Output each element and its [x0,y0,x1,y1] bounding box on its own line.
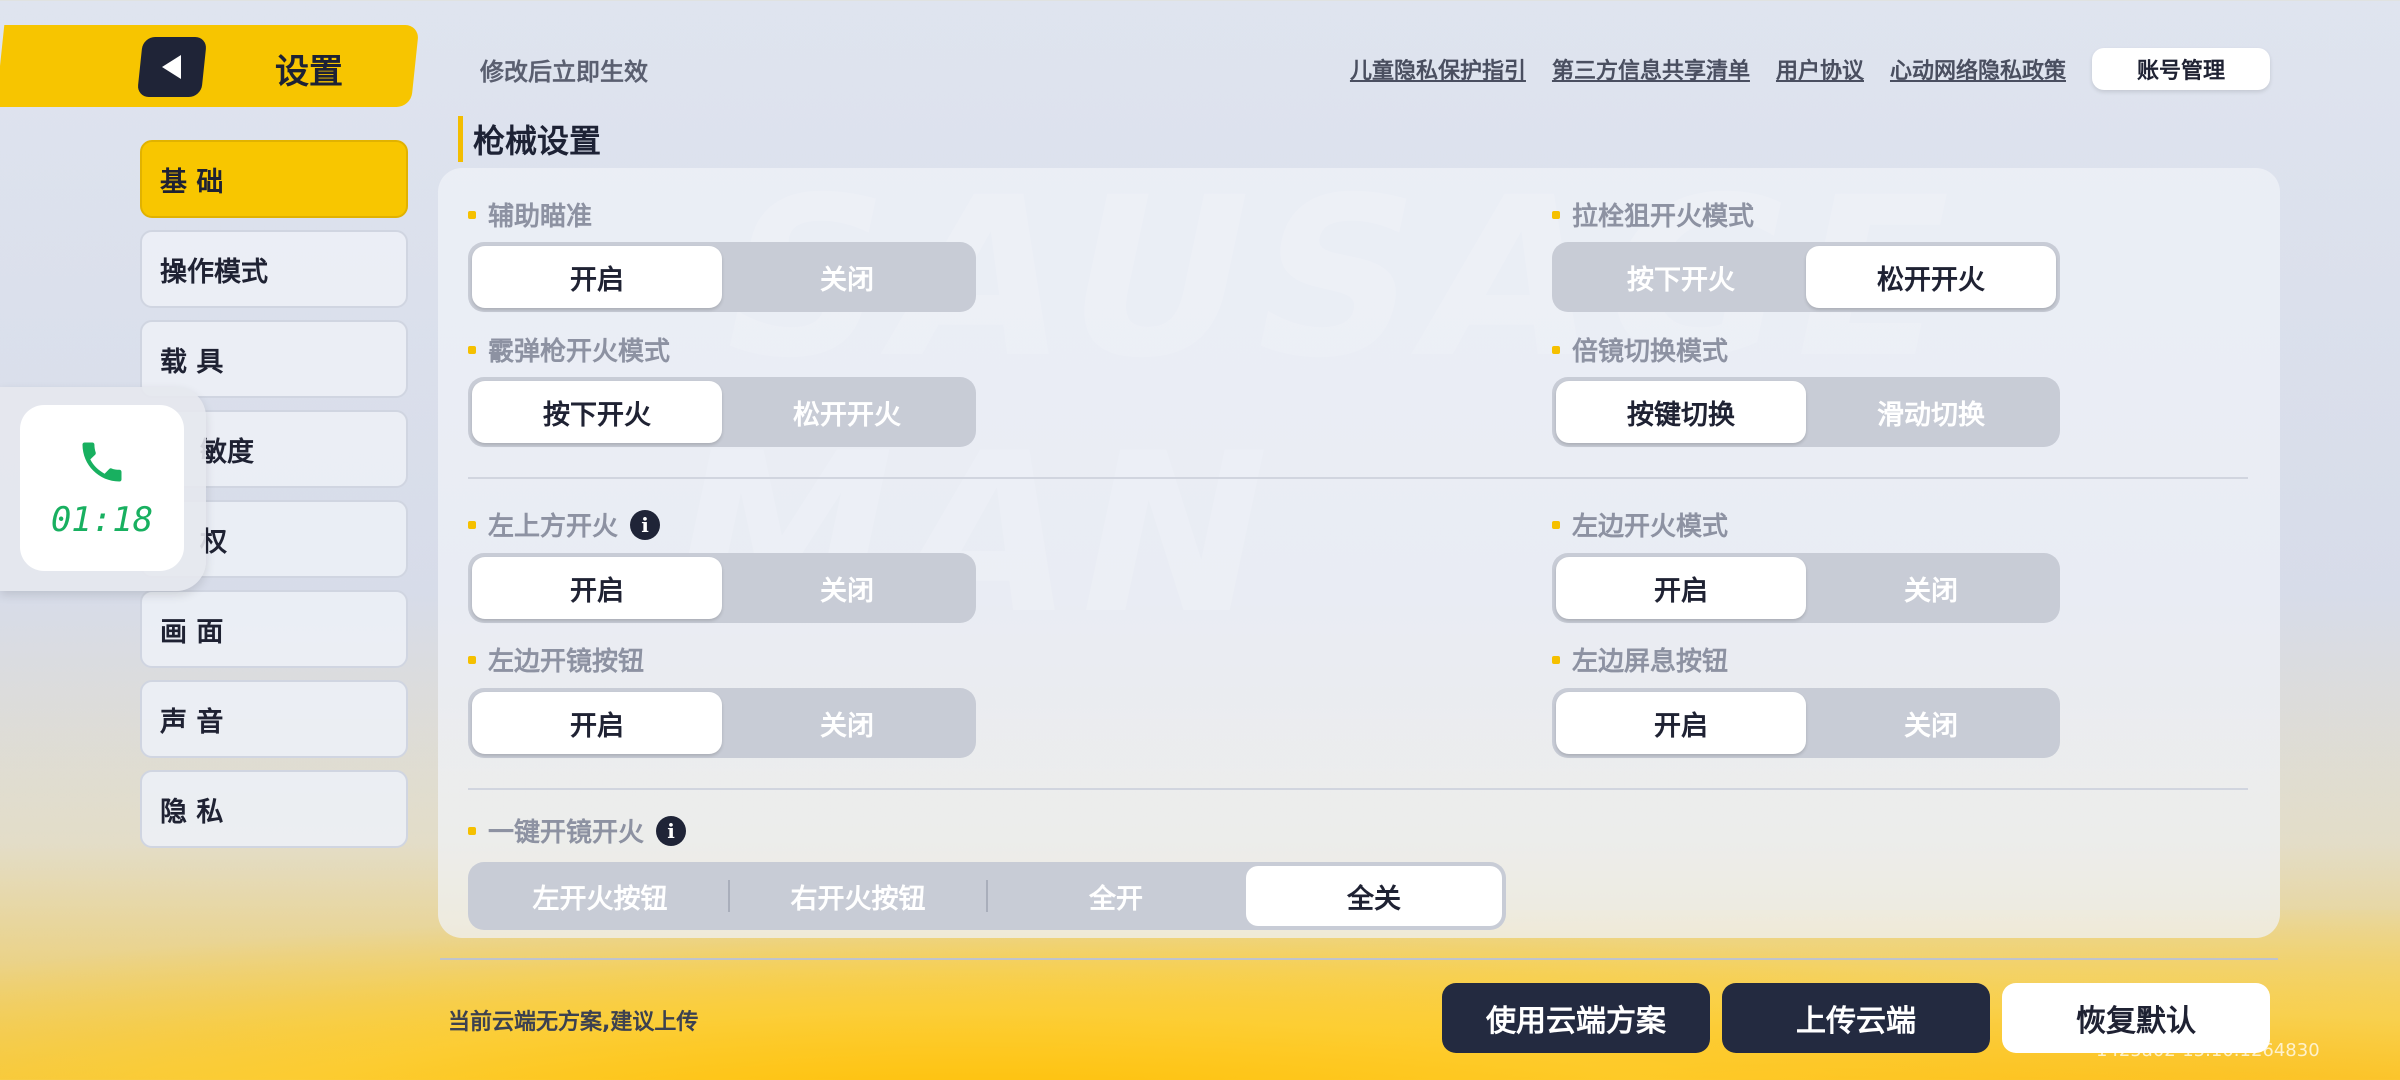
section-title: 枪械设置 [458,116,601,162]
left-fire-mode-off-option[interactable]: 关闭 [1806,557,2056,619]
scope-key-switch-option[interactable]: 按键切换 [1556,381,1806,443]
bullet-dot [468,345,476,354]
bullet-dot [1552,345,1560,354]
privacy-policy-link[interactable]: 心动网络隐私政策 [1890,53,2066,85]
bullet-dot [468,210,476,219]
shotgun-fire-mode-label: 霰弹枪开火模式 [468,331,670,368]
left-breath-off-option[interactable]: 关闭 [1806,692,2056,754]
scope-switch-mode-label: 倍镜切换模式 [1552,331,1728,368]
left-scope-button-toggle: 开启 关闭 [468,688,976,758]
sidebar-item-sound[interactable]: 声 音 [140,680,408,758]
bullet-dot [468,826,476,835]
back-button[interactable] [136,37,208,97]
aim-assist-off-option[interactable]: 关闭 [722,246,972,308]
use-cloud-plan-button[interactable]: 使用云端方案 [1442,983,1710,1053]
bullet-dot [1552,520,1560,529]
aim-assist-toggle: 开启 关闭 [468,242,976,312]
right-fire-button-option[interactable]: 右开火按钮 [730,866,986,926]
left-scope-off-option[interactable]: 关闭 [722,692,972,754]
aim-assist-on-option[interactable]: 开启 [472,246,722,308]
shotgun-release-fire-option[interactable]: 松开开火 [722,381,972,443]
top-links: 儿童隐私保护指引 第三方信息共享清单 用户协议 心动网络隐私政策 账号管理 [1350,48,2270,90]
uid-text: 1425a02-15.10.1264830 [2096,1040,2320,1061]
bolt-press-fire-option[interactable]: 按下开火 [1556,246,1806,308]
left-breath-button-toggle: 开启 关闭 [1552,688,2060,758]
call-widget[interactable]: 01:18 [0,387,206,591]
aim-assist-label: 辅助瞄准 [468,196,592,233]
sidebar-item-control-mode[interactable]: 操作模式 [140,230,408,308]
bolt-fire-mode-toggle: 按下开火 松开开火 [1552,242,2060,312]
account-management-button[interactable]: 账号管理 [2092,48,2270,90]
top-left-fire-label: 左上方开火 i [468,506,661,543]
left-fire-mode-on-option[interactable]: 开启 [1556,557,1806,619]
page-title: 设置 [275,52,343,92]
bolt-fire-mode-label: 拉栓狙开火模式 [1552,196,1754,233]
top-left-fire-on-option[interactable]: 开启 [472,557,722,619]
top-left-fire-off-option[interactable]: 关闭 [722,557,972,619]
bullet-dot [1552,655,1560,664]
third-party-info-link[interactable]: 第三方信息共享清单 [1552,53,1750,85]
call-widget-inner: 01:18 [20,405,184,571]
divider [468,477,2248,479]
info-icon[interactable]: i [656,815,687,846]
phone-icon [82,442,122,482]
title-tab [0,25,420,107]
left-scope-button-label: 左边开镜按钮 [468,641,644,678]
one-key-scope-fire-selector: 左开火按钮 右开火按钮 全开 全关 [468,862,1506,930]
back-arrow-icon [162,55,181,79]
left-fire-button-option[interactable]: 左开火按钮 [472,866,728,926]
divider [468,788,2248,790]
shotgun-press-fire-option[interactable]: 按下开火 [472,381,722,443]
one-key-scope-fire-label: 一键开镜开火 i [468,812,687,849]
bullet-dot [468,520,476,529]
left-fire-mode-label: 左边开火模式 [1552,506,1728,543]
scope-slide-switch-option[interactable]: 滑动切换 [1806,381,2056,443]
left-breath-button-label: 左边屏息按钮 [1552,641,1728,678]
upload-cloud-button[interactable]: 上传云端 [1722,983,1990,1053]
left-fire-mode-toggle: 开启 关闭 [1552,553,2060,623]
top-left-fire-toggle: 开启 关闭 [468,553,976,623]
bottom-divider [440,958,2278,960]
left-breath-on-option[interactable]: 开启 [1556,692,1806,754]
shotgun-fire-mode-toggle: 按下开火 松开开火 [468,377,976,447]
all-off-option[interactable]: 全关 [1246,866,1502,926]
info-icon[interactable]: i [630,509,661,540]
page-subtitle: 修改后立即生效 [480,58,648,86]
bullet-dot [1552,210,1560,219]
all-on-option[interactable]: 全开 [988,866,1244,926]
bolt-release-fire-option[interactable]: 松开开火 [1806,246,2056,308]
cloud-status-text: 当前云端无方案,建议上传 [448,1010,699,1035]
scope-switch-mode-toggle: 按键切换 滑动切换 [1552,377,2060,447]
user-agreement-link[interactable]: 用户协议 [1776,53,1864,85]
sidebar-item-privacy[interactable]: 隐 私 [140,770,408,848]
bullet-dot [468,655,476,664]
sidebar-item-graphics[interactable]: 画 面 [140,590,408,668]
sidebar-item-basic[interactable]: 基 础 [140,140,408,218]
child-privacy-link[interactable]: 儿童隐私保护指引 [1350,53,1526,85]
left-scope-on-option[interactable]: 开启 [472,692,722,754]
call-duration: 01:18 [50,500,154,540]
